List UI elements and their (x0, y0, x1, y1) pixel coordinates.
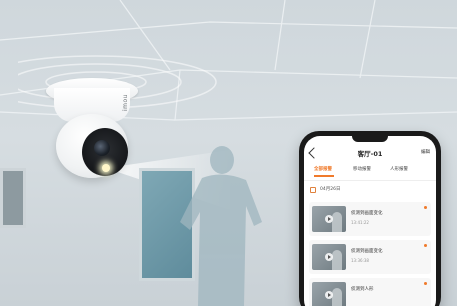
unread-dot (424, 206, 427, 209)
camera-brand-logo: imou (122, 94, 129, 111)
edit-button[interactable]: 编辑 (421, 149, 430, 155)
smartphone: 客厅-01 编辑 全部报警 移动报警 人形报警 04月26日 侦测到画面变化 1… (299, 131, 441, 306)
event-thumbnail (312, 282, 346, 306)
event-title: 侦测到人形 (351, 287, 374, 292)
list-item[interactable]: 侦测到人形 (309, 278, 431, 306)
event-time: 13:41:22 (351, 220, 369, 225)
list-item[interactable]: 侦测到画面变化 13:36:38 (309, 240, 431, 274)
calendar-icon (310, 187, 316, 193)
thumbnail-figure (332, 212, 342, 232)
camera-lens (94, 140, 110, 156)
app-header: 客厅-01 编辑 (304, 146, 436, 162)
play-icon[interactable] (325, 253, 333, 261)
tab-all-alarms[interactable]: 全部报警 (314, 166, 332, 172)
event-title: 侦测到画面变化 (351, 249, 383, 254)
unread-dot (424, 282, 427, 285)
tab-human-alarms[interactable]: 人形报警 (390, 166, 408, 172)
thumbnail-figure (332, 250, 342, 270)
active-tab-indicator (314, 175, 334, 177)
alarm-tabs: 全部报警 移动报警 人形报警 (304, 166, 436, 180)
unread-dot (424, 244, 427, 247)
event-thumbnail (312, 206, 346, 232)
play-icon[interactable] (325, 215, 333, 223)
person-silhouette (180, 146, 262, 306)
tab-motion-alarms[interactable]: 移动报警 (353, 166, 371, 172)
product-scene: imou 客厅-01 编辑 全部报警 移动报警 人形报警 04月26日 侦测到画… (0, 0, 457, 306)
date-label: 04月26日 (320, 187, 341, 192)
security-camera: imou (46, 78, 138, 180)
page-title: 客厅-01 (357, 150, 383, 158)
camera-spotlight (102, 164, 110, 172)
phone-notch (352, 136, 388, 142)
event-title: 侦测到画面变化 (351, 211, 383, 216)
event-thumbnail (312, 244, 346, 270)
event-time: 13:36:38 (351, 258, 369, 263)
thumbnail-figure (332, 288, 342, 306)
tab-divider (304, 180, 436, 181)
list-item[interactable]: 侦测到画面变化 13:41:22 (309, 202, 431, 236)
phone-screen: 客厅-01 编辑 全部报警 移动报警 人形报警 04月26日 侦测到画面变化 1… (304, 136, 436, 306)
play-icon[interactable] (325, 291, 333, 299)
